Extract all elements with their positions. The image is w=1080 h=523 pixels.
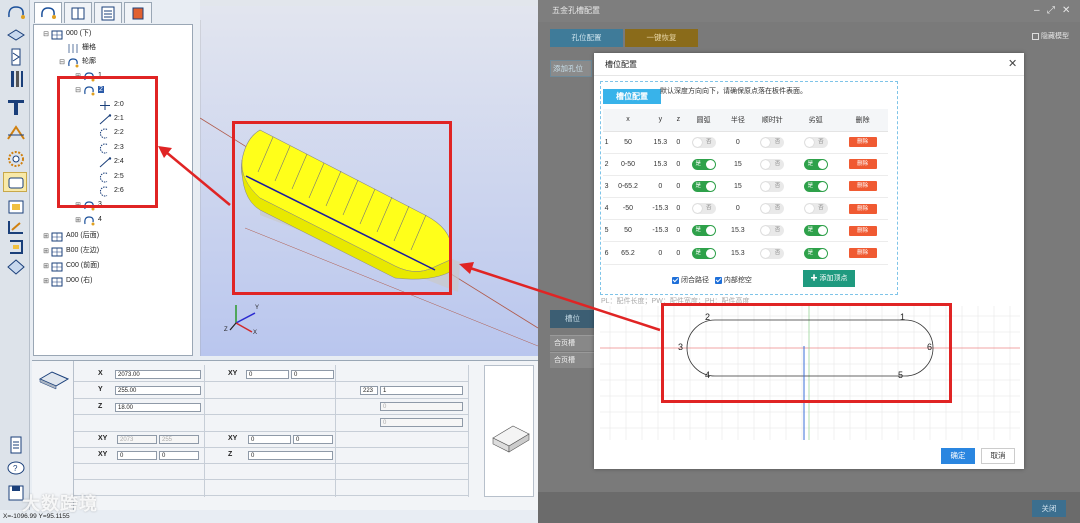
annotation-arrows — [158, 146, 661, 332]
